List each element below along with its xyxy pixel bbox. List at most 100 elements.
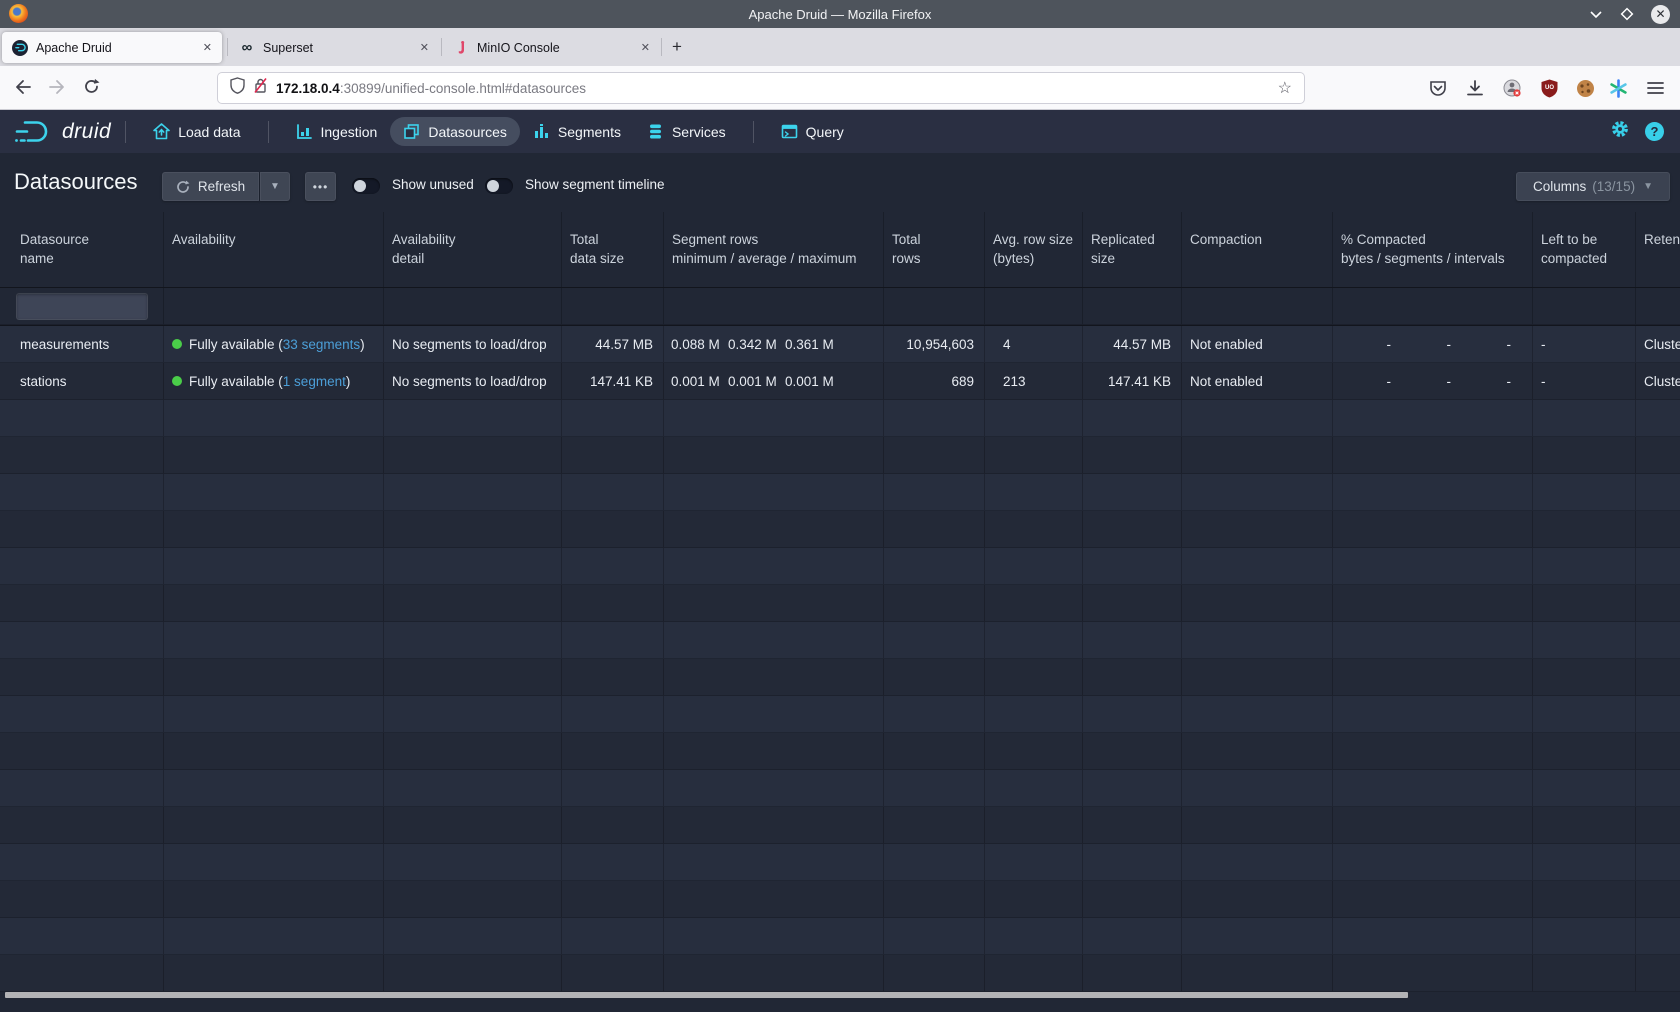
window-minimize-icon[interactable]	[1589, 10, 1603, 19]
column-header-availability[interactable]: Availability	[164, 212, 384, 287]
tab-apache-druid[interactable]: Apache Druid ✕	[2, 32, 222, 63]
pocket-icon[interactable]	[1427, 77, 1449, 99]
pct-compacted-cell: ---	[1333, 326, 1533, 363]
horizontal-scrollbar-thumb[interactable]	[5, 992, 1408, 998]
total-data-size-cell	[562, 659, 664, 696]
firefox-window: Apache Druid — Mozilla Firefox ✕ Apache …	[0, 0, 1680, 1012]
column-header-total-data-size[interactable]: Totaldata size	[562, 212, 664, 287]
availability-detail-cell: No segments to load/drop	[384, 326, 562, 363]
downloads-icon[interactable]	[1464, 77, 1486, 99]
pct-compacted-cell	[1333, 511, 1533, 548]
empty-row	[0, 770, 1680, 807]
show-unused-toggle[interactable]	[352, 178, 380, 194]
tracking-shield-icon[interactable]	[230, 77, 245, 99]
segment-rows-value: 0.342 M	[728, 337, 785, 352]
tab-close-icon[interactable]: ✕	[420, 41, 429, 54]
column-header-avg-row-size-bytes[interactable]: Avg. row size(bytes)	[985, 212, 1083, 287]
window-close-icon[interactable]: ✕	[1651, 5, 1670, 24]
more-actions-button[interactable]: •••	[305, 172, 336, 201]
column-header-total-rows[interactable]: Totalrows	[884, 212, 985, 287]
empty-row	[0, 881, 1680, 918]
extension-icon[interactable]	[1501, 77, 1523, 99]
empty-row	[0, 733, 1680, 770]
total-rows-cell	[884, 585, 985, 622]
column-header-retention[interactable]: Retention	[1636, 212, 1680, 287]
availability-cell	[164, 881, 384, 918]
availability-detail-cell	[384, 955, 562, 992]
total-rows-cell	[884, 622, 985, 659]
total-data-size-cell	[562, 696, 664, 733]
availability-detail-cell	[384, 844, 562, 881]
asterisk-extension-icon[interactable]	[1607, 77, 1629, 99]
tab-close-icon[interactable]: ✕	[641, 41, 650, 54]
nav-item-ingestion[interactable]: Ingestion	[283, 117, 391, 146]
refresh-icon	[176, 180, 190, 194]
tab-title: Apache Druid	[36, 41, 112, 55]
left-to-be-compacted-cell: -	[1533, 326, 1636, 363]
tab-superset[interactable]: ∞ Superset ✕	[229, 32, 439, 63]
refresh-button[interactable]: Refresh	[162, 172, 259, 201]
refresh-dropdown-caret[interactable]: ▼	[260, 172, 290, 201]
column-header-datasource-name[interactable]: Datasourcename	[0, 212, 164, 287]
segments-link[interactable]: 33 segments	[283, 337, 360, 352]
column-header-replicated-size[interactable]: Replicatedsize	[1083, 212, 1182, 287]
show-segment-timeline-toggle[interactable]	[485, 178, 513, 194]
segment-rows-cell	[664, 844, 884, 881]
replicated-size-cell	[1083, 622, 1182, 659]
column-header-left-to-be-compacted[interactable]: Left to becompacted	[1533, 212, 1636, 287]
tab-minio[interactable]: MinIO Console ✕	[443, 32, 660, 63]
nav-item-load-data[interactable]: Load data	[140, 117, 253, 146]
nav-divider	[753, 121, 754, 143]
bookmark-star-icon[interactable]: ☆	[1278, 78, 1292, 98]
insecure-lock-icon[interactable]	[253, 77, 268, 99]
menu-hamburger-icon[interactable]	[1644, 77, 1666, 99]
filter-cell	[1333, 288, 1533, 325]
ublock-shield-icon[interactable]: UO	[1538, 77, 1560, 99]
availability-cell	[164, 548, 384, 585]
avg-row-size-cell	[985, 733, 1083, 770]
column-header-line1: Availability	[392, 230, 456, 249]
column-header-line2: minimum / average / maximum	[672, 249, 857, 268]
column-header-line2: rows	[892, 249, 921, 268]
druid-logo[interactable]: druid	[14, 118, 111, 145]
datasource-name-cell	[0, 622, 164, 659]
segment-rows-value: 0.088 M	[671, 337, 728, 352]
column-header-compaction[interactable]: Compaction	[1182, 212, 1333, 287]
column-header-segment-rows-minimum-average-maximum[interactable]: Segment rowsminimum / average / maximum	[664, 212, 884, 287]
availability-cell	[164, 511, 384, 548]
total-data-size-cell	[562, 844, 664, 881]
datasource-name-cell[interactable]: measurements	[0, 326, 164, 363]
window-maximize-icon[interactable]	[1620, 7, 1634, 21]
compaction-cell: Not enabled	[1182, 326, 1333, 363]
columns-button[interactable]: Columns (13/15) ▼	[1516, 172, 1670, 201]
left-to-be-compacted-cell	[1533, 844, 1636, 881]
column-header-compacted-bytes-segments-intervals[interactable]: % Compactedbytes / segments / intervals	[1333, 212, 1533, 287]
datasource-name-cell[interactable]: stations	[0, 363, 164, 400]
tab-close-icon[interactable]: ✕	[203, 41, 212, 54]
segment-rows-cell	[664, 955, 884, 992]
compaction-cell	[1182, 807, 1333, 844]
reload-button[interactable]	[83, 78, 100, 100]
nav-item-query[interactable]: Query	[768, 117, 857, 146]
retention-cell	[1636, 400, 1680, 437]
settings-gear-icon[interactable]	[1610, 119, 1630, 144]
column-header-line2: (bytes)	[993, 249, 1034, 268]
url-bar[interactable]: 172.18.0.4:30899/unified-console.html#da…	[218, 73, 1304, 103]
help-icon[interactable]: ?	[1645, 122, 1664, 141]
forward-button[interactable]	[48, 79, 66, 100]
availability-detail-cell	[384, 696, 562, 733]
empty-row	[0, 955, 1680, 992]
new-tab-button[interactable]: +	[672, 37, 682, 57]
replicated-size-cell: 147.41 KB	[1083, 363, 1182, 400]
datasource-filter-input[interactable]	[16, 293, 148, 320]
back-button[interactable]	[14, 79, 32, 100]
druid-favicon	[12, 40, 28, 56]
nav-item-datasources[interactable]: Datasources	[390, 117, 520, 146]
compaction-cell	[1182, 881, 1333, 918]
column-header-availability-detail[interactable]: Availabilitydetail	[384, 212, 562, 287]
nav-item-services[interactable]: Services	[634, 117, 739, 146]
cookie-icon[interactable]	[1574, 77, 1596, 99]
replicated-size-cell	[1083, 400, 1182, 437]
segments-link[interactable]: 1 segment	[283, 374, 346, 389]
nav-item-segments[interactable]: Segments	[520, 117, 634, 146]
